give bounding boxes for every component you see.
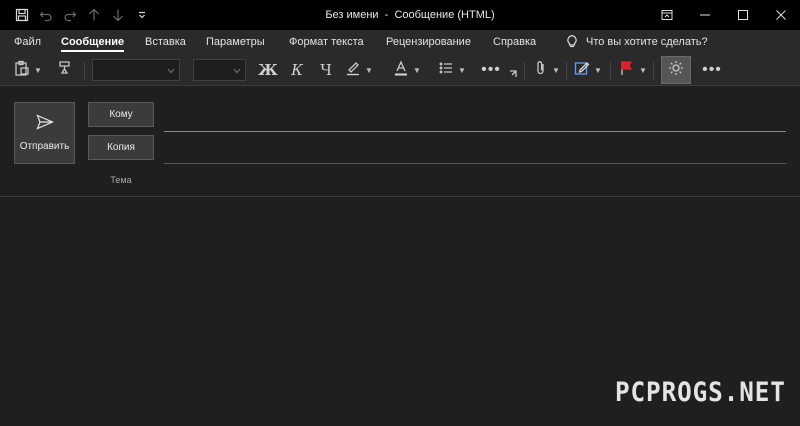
bullet-list-icon	[438, 60, 454, 81]
ribbon-separator	[524, 62, 525, 80]
ribbon-separator	[653, 62, 654, 80]
to-input[interactable]	[164, 131, 786, 132]
bold-label: Ж	[258, 61, 278, 79]
chevron-down-icon: ▼	[365, 65, 373, 75]
signature-button[interactable]: ▼	[573, 58, 603, 82]
follow-up-flag-button[interactable]: ▼	[617, 58, 649, 82]
tab-insert[interactable]: Вставка	[145, 30, 186, 54]
quick-access-toolbar	[0, 0, 154, 30]
flag-icon	[619, 60, 635, 81]
window-title: Без имени - Сообщение (HTML)	[325, 9, 495, 21]
format-painter-button[interactable]	[54, 58, 76, 82]
dialog-launcher-icon[interactable]	[507, 68, 519, 80]
compose-header: Отправить Кому Копия Тема	[0, 87, 800, 197]
send-icon	[35, 114, 54, 133]
subject-label: Тема	[110, 175, 132, 185]
font-color-button[interactable]: ▼	[391, 58, 423, 82]
watermark: PCPROGS.NET	[615, 377, 786, 408]
tab-options[interactable]: Параметры	[206, 30, 265, 54]
more-format-button[interactable]: •••	[479, 58, 503, 82]
more-commands-button[interactable]: •••	[700, 58, 724, 82]
brush-icon	[57, 60, 73, 81]
tab-review[interactable]: Рецензирование	[386, 30, 471, 54]
title-bar: Без имени - Сообщение (HTML)	[0, 0, 800, 30]
chevron-down-icon	[167, 61, 175, 79]
chevron-down-icon: ▼	[594, 65, 602, 75]
tab-message[interactable]: Сообщение	[61, 30, 125, 54]
minimize-icon[interactable]	[686, 0, 724, 30]
send-button[interactable]: Отправить	[14, 102, 75, 164]
italic-label: К	[291, 61, 303, 79]
ribbon-separator	[610, 62, 611, 80]
bullets-button[interactable]: ▼	[436, 58, 468, 82]
tab-file[interactable]: Файл	[14, 30, 41, 54]
save-icon[interactable]	[10, 0, 34, 30]
dark-mode-toggle[interactable]	[661, 56, 691, 84]
font-size-combo[interactable]	[193, 59, 246, 81]
underline-button[interactable]: Ч	[315, 58, 337, 82]
signature-icon	[574, 60, 590, 81]
more-icon: •••	[481, 61, 501, 78]
bold-button[interactable]: Ж	[257, 58, 279, 82]
font-color-icon	[393, 59, 409, 81]
chevron-down-icon: ▼	[552, 65, 560, 75]
arrow-down-icon[interactable]	[106, 0, 130, 30]
italic-button[interactable]: К	[286, 58, 308, 82]
tell-me-label: Что вы хотите сделать?	[586, 36, 708, 48]
send-label: Отправить	[19, 141, 70, 152]
redo-icon[interactable]	[58, 0, 82, 30]
attach-file-button[interactable]: ▼	[532, 58, 562, 82]
underline-label: Ч	[320, 61, 332, 79]
chevron-down-icon: ▼	[458, 65, 466, 75]
chevron-down-icon	[233, 61, 241, 79]
ribbon-separator	[84, 62, 85, 80]
to-button[interactable]: Кому	[88, 102, 154, 127]
chevron-down-icon: ▼	[34, 65, 42, 75]
ribbon-separator	[566, 62, 567, 80]
ribbon-toolbar: ▼ Ж К Ч ▼ ▼ ▼ ••• ▼ ▼ ▼ •••	[0, 54, 800, 86]
tab-help[interactable]: Справка	[493, 30, 536, 54]
more-icon: •••	[702, 61, 722, 78]
paste-button[interactable]: ▼	[10, 58, 46, 82]
tell-me-box[interactable]: Что вы хотите сделать?	[566, 30, 708, 54]
cc-button[interactable]: Копия	[88, 135, 154, 160]
tab-format-text[interactable]: Формат текста	[289, 30, 364, 54]
cc-input[interactable]	[164, 163, 786, 164]
highlighter-icon	[345, 60, 361, 81]
maximize-icon[interactable]	[724, 0, 762, 30]
chevron-down-icon: ▼	[639, 65, 647, 75]
arrow-up-icon[interactable]	[82, 0, 106, 30]
chevron-down-icon: ▼	[413, 65, 421, 75]
close-icon[interactable]	[762, 0, 800, 30]
lightbulb-icon	[566, 34, 578, 51]
undo-icon[interactable]	[34, 0, 58, 30]
paperclip-icon	[534, 60, 548, 81]
ribbon-tabs: Файл Сообщение Вставка Параметры Формат …	[0, 30, 800, 54]
clipboard-icon	[14, 60, 30, 81]
customize-toolbar-icon[interactable]	[130, 0, 154, 30]
sun-icon	[668, 60, 684, 81]
font-family-combo[interactable]	[92, 59, 180, 81]
highlight-button[interactable]: ▼	[343, 58, 375, 82]
window-controls	[648, 0, 800, 30]
ribbon-display-options-icon[interactable]	[648, 0, 686, 30]
